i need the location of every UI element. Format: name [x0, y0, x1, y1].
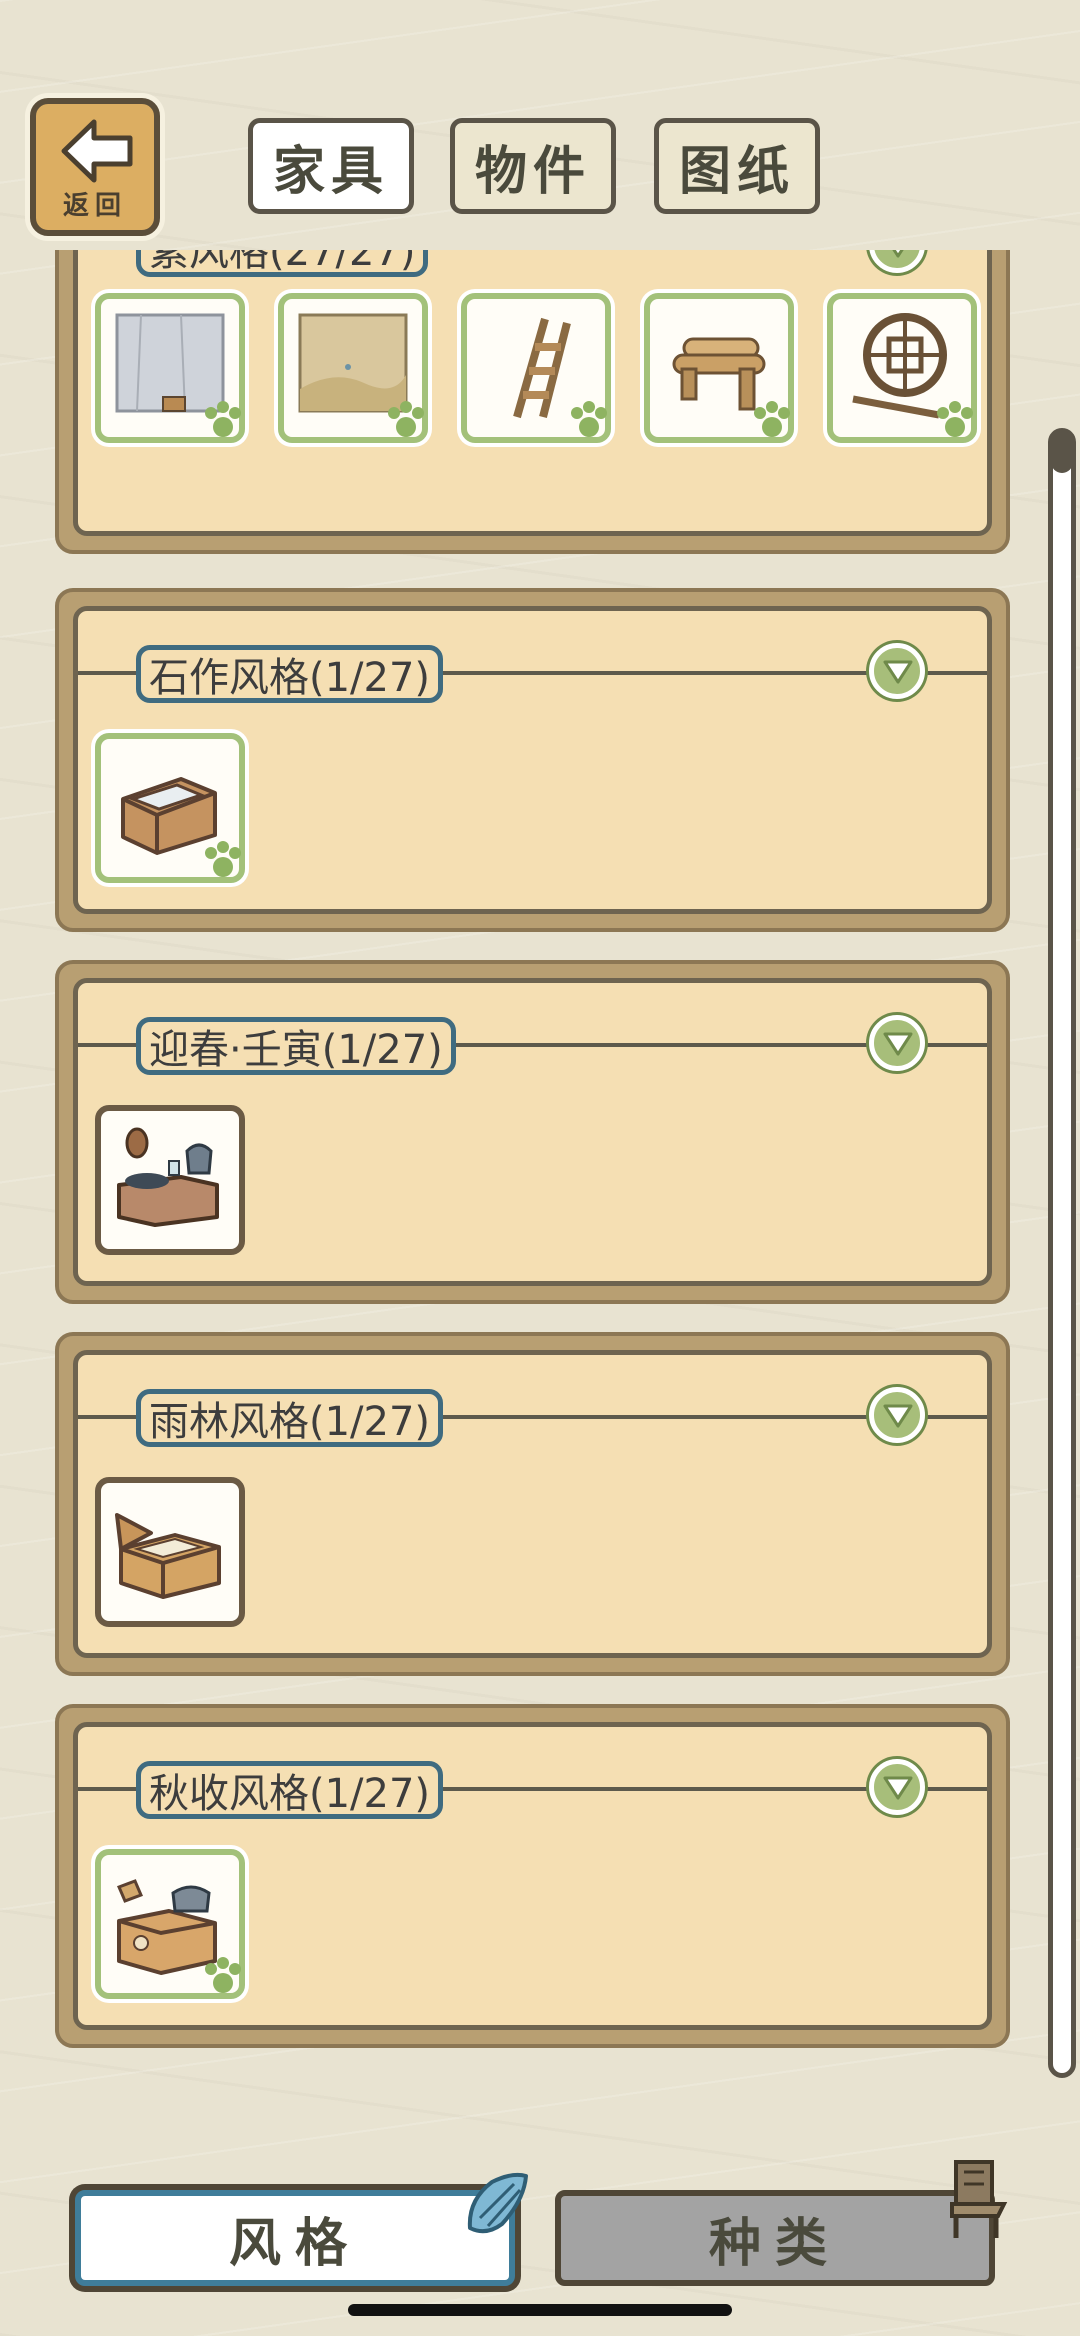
style-list[interactable]: 素风格(27/27) 石作风格(1/27) 迎春·壬寅(1/27) 雨林风格(1…: [0, 250, 1080, 2060]
frog-paw-icon: [205, 1957, 241, 1993]
furniture-item[interactable]: [644, 293, 794, 443]
tab-objects[interactable]: 物件: [450, 118, 616, 214]
frog-paw-icon: [571, 401, 607, 437]
collapse-button[interactable]: [869, 1015, 925, 1071]
section-title: 石作风格(1/27): [136, 645, 444, 703]
style-section: 秋收风格(1/27): [55, 1704, 1010, 2048]
chevron-down-icon: [883, 1404, 913, 1428]
frog-paw-icon: [754, 401, 790, 437]
sort-by-type-button[interactable]: 种类: [555, 2190, 995, 2286]
furniture-item[interactable]: [95, 1477, 245, 1627]
style-section: 素风格(27/27): [55, 250, 1010, 554]
open-crate-icon: [115, 1513, 221, 1599]
style-section: 石作风格(1/27): [55, 588, 1010, 932]
section-title: 素风格(27/27): [136, 250, 429, 277]
furniture-item[interactable]: [95, 1105, 245, 1255]
furniture-item[interactable]: [827, 293, 977, 443]
collapse-button[interactable]: [869, 1759, 925, 1815]
furniture-item[interactable]: [95, 733, 245, 883]
section-title: 秋收风格(1/27): [136, 1761, 444, 1819]
top-bar: 返回 家具 物件 图纸: [0, 0, 1080, 250]
chevron-down-icon: [883, 1776, 913, 1800]
sort-by-style-button[interactable]: 风格: [75, 2190, 515, 2286]
style-section: 雨林风格(1/27): [55, 1332, 1010, 1676]
back-arrow-icon: [61, 119, 133, 183]
furniture-item[interactable]: [278, 293, 428, 443]
style-section: 迎春·壬寅(1/27): [55, 960, 1010, 1304]
furniture-item[interactable]: [95, 293, 245, 443]
home-indicator: [348, 2304, 732, 2316]
scrollbar-thumb[interactable]: [1051, 431, 1073, 473]
chevron-down-icon: [883, 1032, 913, 1056]
tab-furniture[interactable]: 家具: [248, 118, 414, 214]
furniture-item[interactable]: [461, 293, 611, 443]
chevron-down-icon: [892, 250, 904, 258]
stove-set-icon: [117, 1127, 219, 1227]
section-title: 雨林风格(1/27): [136, 1389, 444, 1447]
collapse-button[interactable]: [869, 1387, 925, 1443]
chair-icon: [950, 2160, 1008, 2238]
collapse-button[interactable]: [869, 250, 925, 273]
back-button[interactable]: 返回: [30, 98, 160, 236]
back-label: 返回: [62, 191, 127, 221]
chevron-down-icon: [883, 660, 913, 684]
scrollbar[interactable]: [1048, 428, 1076, 2078]
furniture-item[interactable]: [95, 1849, 245, 1999]
frog-paw-icon: [205, 401, 241, 437]
frog-paw-icon: [205, 841, 241, 877]
frog-paw-icon: [388, 401, 424, 437]
frog-paw-icon: [937, 401, 973, 437]
collapse-button[interactable]: [869, 643, 925, 699]
section-title: 迎春·壬寅(1/27): [136, 1017, 456, 1075]
seashell-icon: [467, 2172, 528, 2234]
tab-blueprints[interactable]: 图纸: [654, 118, 820, 214]
